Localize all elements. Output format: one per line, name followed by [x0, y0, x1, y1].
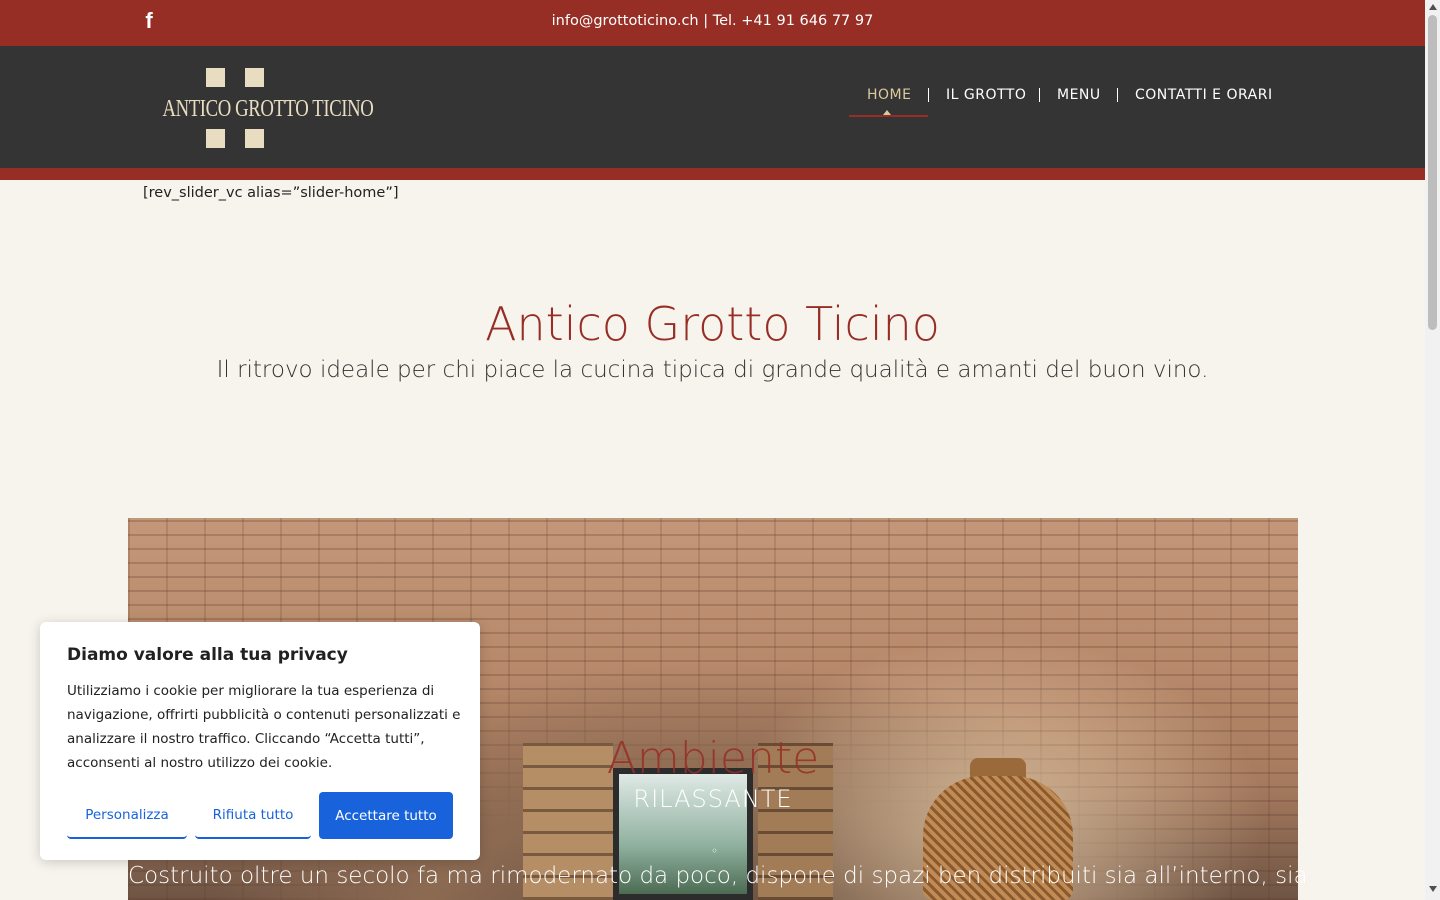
slider-shortcode-text: [rev_slider_vc alias=”slider-home”]	[143, 185, 399, 201]
scroll-up-arrow-icon[interactable]	[1429, 4, 1437, 10]
cookie-consent-banner: Diamo valore alla tua privacy Utilizziam…	[40, 622, 480, 860]
logo-square	[206, 129, 225, 148]
site-logo[interactable]: ANTICO GROTTO TICINO	[142, 68, 374, 148]
logo-square	[206, 68, 225, 87]
nav-item-home[interactable]: HOME	[867, 87, 911, 103]
contact-info[interactable]: info@grottoticino.ch | Tel. +41 91 646 7…	[0, 13, 1425, 29]
logo-text: ANTICO GROTTO TICINO	[162, 96, 374, 122]
nav-active-underline	[849, 115, 928, 117]
nav-separator	[1039, 88, 1040, 102]
nav-item-il-grotto[interactable]: IL GROTTO	[946, 87, 1026, 103]
page-title: Antico Grotto Ticino	[485, 297, 940, 351]
reject-all-button[interactable]: Rifiuta tutto	[195, 792, 311, 839]
nav-item-contatti[interactable]: CONTATTI E ORARI	[1135, 87, 1273, 103]
accept-all-button[interactable]: Accettare tutto	[319, 792, 453, 839]
page-subtitle: Il ritrovo ideale per chi piace la cucin…	[216, 357, 1209, 383]
page-scrollbar[interactable]	[1425, 0, 1440, 900]
header-accent-line	[0, 168, 1425, 180]
top-bar: f info@grottoticino.ch | Tel. +41 91 646…	[0, 0, 1425, 46]
scroll-down-arrow-icon[interactable]	[1429, 886, 1437, 892]
logo-square	[245, 68, 264, 87]
nav-separator	[928, 88, 929, 102]
cookie-body: Utilizziamo i cookie per migliorare la t…	[67, 683, 461, 771]
customize-button[interactable]: Personalizza	[67, 792, 187, 839]
nav-item-menu[interactable]: MENU	[1057, 87, 1101, 103]
nav-separator	[1117, 88, 1118, 102]
cookie-title: Diamo valore alla tua privacy	[67, 645, 348, 665]
scroll-thumb[interactable]	[1428, 15, 1437, 330]
slide-text: Costruito oltre un secolo fa ma rimodern…	[128, 863, 1308, 889]
site-header: ANTICO GROTTO TICINO HOME IL GROTTO MENU…	[0, 46, 1425, 168]
logo-square	[245, 129, 264, 148]
slide-divider-icon: ◦	[711, 844, 719, 858]
